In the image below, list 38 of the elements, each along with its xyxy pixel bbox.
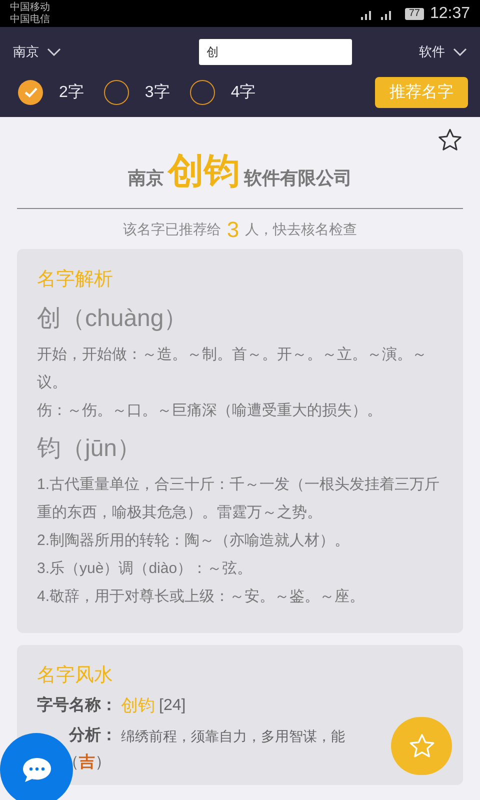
definition-text: 4.敬辞，用于对尊长或上级：～安。～鉴。～座。 <box>37 587 366 607</box>
field-label: 字号名称： <box>37 695 117 716</box>
search-field[interactable]: 创 <box>198 39 352 65</box>
name-value: 创钧 <box>121 695 155 717</box>
radio-icon[interactable] <box>104 80 129 105</box>
company-name: 创钧 <box>168 149 240 193</box>
name-score: [24] <box>159 696 186 716</box>
card-title: 名字风水 <box>37 664 114 688</box>
city-dropdown[interactable]: 南京 <box>13 42 61 62</box>
favorite-star-icon[interactable] <box>437 127 463 153</box>
star-icon[interactable] <box>408 732 436 760</box>
chevron-down-icon <box>47 48 61 56</box>
definition-text: 1.古代重量单位，合三十斤：千～一发（一根头发挂着三万斤重的东西，喻极其危急）。雷霆万～之势。 <box>37 475 441 523</box>
length-option-label[interactable]: 4字 <box>230 80 256 104</box>
card-title: 名字解析 <box>37 268 114 292</box>
field-label: 分析： <box>69 726 117 746</box>
checked-radio-icon[interactable] <box>18 80 43 105</box>
chat-bubble-icon <box>22 756 52 782</box>
chevron-down-icon <box>453 48 467 56</box>
luck-rating: （吉） <box>63 752 111 773</box>
analysis-value: 绵绣前程，须靠自力，多用智谋，能 <box>121 727 345 746</box>
char-heading: 创（chuàng） <box>37 304 189 334</box>
recommend-count-text: 该名字已推荐给 3 人，快去核名检查 <box>122 216 358 244</box>
carrier-label: 中国电信 <box>10 14 50 26</box>
city-text: 南京 <box>128 167 164 190</box>
definition-text: 2.制陶器所用的转轮：陶～（亦喻造就人材）。 <box>37 531 351 551</box>
length-option-label[interactable]: 2字 <box>59 80 84 104</box>
definition-text: 伤：～伤。～口。～巨痛深（喻遭受重大的损失）。 <box>37 401 383 421</box>
definition-text: 开始，开始做：～造。～制。首～。开～。～立。～演。～议。 <box>37 345 428 393</box>
definition-text: 3.乐（yuè）调（diào）：～弦。 <box>37 559 254 579</box>
clock: 12:37 <box>430 4 470 24</box>
industry-dropdown[interactable]: 软件 <box>419 42 467 62</box>
battery-indicator: 77 <box>404 8 424 20</box>
radio-icon[interactable] <box>190 80 215 105</box>
char-heading: 钧（jūn） <box>37 434 142 464</box>
carrier-label: 中国移动 <box>10 2 50 14</box>
length-option-label[interactable]: 3字 <box>144 80 170 104</box>
company-suffix: 软件有限公司 <box>244 167 352 190</box>
